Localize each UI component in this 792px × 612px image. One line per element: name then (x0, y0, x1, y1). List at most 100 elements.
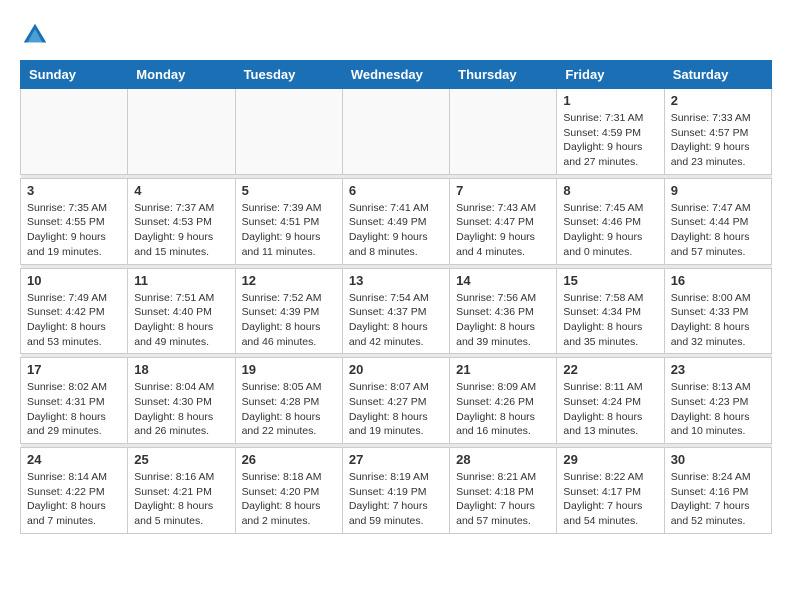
calendar-week-row: 1 Sunrise: 7:31 AM Sunset: 4:59 PM Daylig… (21, 89, 772, 175)
calendar: SundayMondayTuesdayWednesdayThursdayFrid… (20, 60, 772, 534)
day-info: Sunrise: 7:56 AM Sunset: 4:36 PM Dayligh… (456, 291, 550, 350)
day-number: 17 (27, 362, 121, 377)
calendar-cell: 23 Sunrise: 8:13 AM Sunset: 4:23 PM Dayli… (664, 358, 771, 444)
day-info: Sunrise: 7:49 AM Sunset: 4:42 PM Dayligh… (27, 291, 121, 350)
logo-icon (20, 20, 50, 50)
day-number: 29 (563, 452, 657, 467)
day-info: Sunrise: 8:07 AM Sunset: 4:27 PM Dayligh… (349, 380, 443, 439)
calendar-cell: 7 Sunrise: 7:43 AM Sunset: 4:47 PM Daylig… (450, 178, 557, 264)
calendar-cell: 22 Sunrise: 8:11 AM Sunset: 4:24 PM Dayli… (557, 358, 664, 444)
day-info: Sunrise: 7:45 AM Sunset: 4:46 PM Dayligh… (563, 201, 657, 260)
calendar-cell: 17 Sunrise: 8:02 AM Sunset: 4:31 PM Dayli… (21, 358, 128, 444)
calendar-cell: 11 Sunrise: 7:51 AM Sunset: 4:40 PM Dayli… (128, 268, 235, 354)
calendar-cell: 28 Sunrise: 8:21 AM Sunset: 4:18 PM Dayli… (450, 448, 557, 534)
day-info: Sunrise: 8:04 AM Sunset: 4:30 PM Dayligh… (134, 380, 228, 439)
day-info: Sunrise: 8:24 AM Sunset: 4:16 PM Dayligh… (671, 470, 765, 529)
day-number: 24 (27, 452, 121, 467)
day-number: 8 (563, 183, 657, 198)
calendar-cell: 25 Sunrise: 8:16 AM Sunset: 4:21 PM Dayli… (128, 448, 235, 534)
day-number: 13 (349, 273, 443, 288)
day-info: Sunrise: 7:43 AM Sunset: 4:47 PM Dayligh… (456, 201, 550, 260)
calendar-cell: 5 Sunrise: 7:39 AM Sunset: 4:51 PM Daylig… (235, 178, 342, 264)
day-number: 18 (134, 362, 228, 377)
calendar-cell: 12Sunrise: 7:52 AM Sunset: 4:39 PM Dayli… (235, 268, 342, 354)
day-number: 28 (456, 452, 550, 467)
day-number: 27 (349, 452, 443, 467)
calendar-cell (235, 89, 342, 175)
calendar-cell: 18 Sunrise: 8:04 AM Sunset: 4:30 PM Dayli… (128, 358, 235, 444)
day-info: Sunrise: 7:54 AM Sunset: 4:37 PM Dayligh… (349, 291, 443, 350)
calendar-cell: 27 Sunrise: 8:19 AM Sunset: 4:19 PM Dayli… (342, 448, 449, 534)
calendar-cell: 4 Sunrise: 7:37 AM Sunset: 4:53 PM Daylig… (128, 178, 235, 264)
day-info: Sunrise: 8:21 AM Sunset: 4:18 PM Dayligh… (456, 470, 550, 529)
day-number: 4 (134, 183, 228, 198)
calendar-cell (450, 89, 557, 175)
day-number: 25 (134, 452, 228, 467)
day-info: Sunrise: 8:16 AM Sunset: 4:21 PM Dayligh… (134, 470, 228, 529)
calendar-cell: 6 Sunrise: 7:41 AM Sunset: 4:49 PM Daylig… (342, 178, 449, 264)
column-header-thursday: Thursday (450, 61, 557, 89)
logo (20, 20, 54, 50)
day-number: 7 (456, 183, 550, 198)
calendar-cell: 15 Sunrise: 7:58 AM Sunset: 4:34 PM Dayli… (557, 268, 664, 354)
day-number: 11 (134, 273, 228, 288)
calendar-cell (21, 89, 128, 175)
day-info: Sunrise: 8:19 AM Sunset: 4:19 PM Dayligh… (349, 470, 443, 529)
column-header-monday: Monday (128, 61, 235, 89)
calendar-cell: 10Sunrise: 7:49 AM Sunset: 4:42 PM Dayli… (21, 268, 128, 354)
day-number: 30 (671, 452, 765, 467)
calendar-cell: 8 Sunrise: 7:45 AM Sunset: 4:46 PM Daylig… (557, 178, 664, 264)
day-number: 21 (456, 362, 550, 377)
day-info: Sunrise: 7:41 AM Sunset: 4:49 PM Dayligh… (349, 201, 443, 260)
day-info: Sunrise: 8:02 AM Sunset: 4:31 PM Dayligh… (27, 380, 121, 439)
day-info: Sunrise: 8:11 AM Sunset: 4:24 PM Dayligh… (563, 380, 657, 439)
column-header-sunday: Sunday (21, 61, 128, 89)
day-number: 22 (563, 362, 657, 377)
day-info: Sunrise: 7:47 AM Sunset: 4:44 PM Dayligh… (671, 201, 765, 260)
day-number: 20 (349, 362, 443, 377)
day-number: 23 (671, 362, 765, 377)
calendar-cell: 19Sunrise: 8:05 AM Sunset: 4:28 PM Dayli… (235, 358, 342, 444)
calendar-cell: 1 Sunrise: 7:31 AM Sunset: 4:59 PM Daylig… (557, 89, 664, 175)
day-info: Sunrise: 7:51 AM Sunset: 4:40 PM Dayligh… (134, 291, 228, 350)
day-info: Sunrise: 7:31 AM Sunset: 4:59 PM Dayligh… (563, 111, 657, 170)
calendar-week-row: 3 Sunrise: 7:35 AM Sunset: 4:55 PM Daylig… (21, 178, 772, 264)
day-info: Sunrise: 7:39 AM Sunset: 4:51 PM Dayligh… (242, 201, 336, 260)
column-header-saturday: Saturday (664, 61, 771, 89)
column-header-tuesday: Tuesday (235, 61, 342, 89)
calendar-cell: 29 Sunrise: 8:22 AM Sunset: 4:17 PM Dayli… (557, 448, 664, 534)
calendar-cell: 3 Sunrise: 7:35 AM Sunset: 4:55 PM Daylig… (21, 178, 128, 264)
day-number: 9 (671, 183, 765, 198)
day-number: 26 (242, 452, 336, 467)
day-number: 5 (242, 183, 336, 198)
calendar-cell: 21 Sunrise: 8:09 AM Sunset: 4:26 PM Dayli… (450, 358, 557, 444)
day-info: Sunrise: 7:37 AM Sunset: 4:53 PM Dayligh… (134, 201, 228, 260)
day-info: Sunrise: 8:00 AM Sunset: 4:33 PM Dayligh… (671, 291, 765, 350)
calendar-cell: 2 Sunrise: 7:33 AM Sunset: 4:57 PM Daylig… (664, 89, 771, 175)
day-info: Sunrise: 7:33 AM Sunset: 4:57 PM Dayligh… (671, 111, 765, 170)
calendar-cell (342, 89, 449, 175)
day-info: Sunrise: 8:14 AM Sunset: 4:22 PM Dayligh… (27, 470, 121, 529)
page-header (20, 20, 772, 50)
day-number: 14 (456, 273, 550, 288)
day-info: Sunrise: 8:22 AM Sunset: 4:17 PM Dayligh… (563, 470, 657, 529)
calendar-week-row: 17 Sunrise: 8:02 AM Sunset: 4:31 PM Dayli… (21, 358, 772, 444)
calendar-cell: 9 Sunrise: 7:47 AM Sunset: 4:44 PM Daylig… (664, 178, 771, 264)
day-number: 2 (671, 93, 765, 108)
calendar-cell: 30 Sunrise: 8:24 AM Sunset: 4:16 PM Dayli… (664, 448, 771, 534)
calendar-cell: 13 Sunrise: 7:54 AM Sunset: 4:37 PM Dayli… (342, 268, 449, 354)
day-number: 16 (671, 273, 765, 288)
day-info: Sunrise: 8:18 AM Sunset: 4:20 PM Dayligh… (242, 470, 336, 529)
day-number: 15 (563, 273, 657, 288)
column-header-friday: Friday (557, 61, 664, 89)
day-info: Sunrise: 8:09 AM Sunset: 4:26 PM Dayligh… (456, 380, 550, 439)
day-info: Sunrise: 7:58 AM Sunset: 4:34 PM Dayligh… (563, 291, 657, 350)
day-info: Sunrise: 7:35 AM Sunset: 4:55 PM Dayligh… (27, 201, 121, 260)
day-info: Sunrise: 8:13 AM Sunset: 4:23 PM Dayligh… (671, 380, 765, 439)
calendar-cell: 24 Sunrise: 8:14 AM Sunset: 4:22 PM Dayli… (21, 448, 128, 534)
day-number: 6 (349, 183, 443, 198)
day-number: 3 (27, 183, 121, 198)
calendar-header-row: SundayMondayTuesdayWednesdayThursdayFrid… (21, 61, 772, 89)
column-header-wednesday: Wednesday (342, 61, 449, 89)
day-number: 1 (563, 93, 657, 108)
